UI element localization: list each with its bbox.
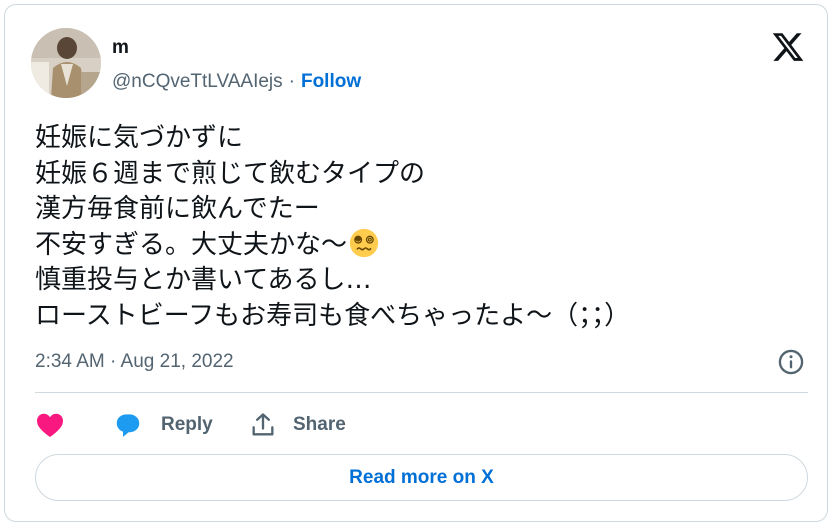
tweet-line-4: 不安すぎる。大丈夫かな～ [35,229,348,260]
read-more-button[interactable]: Read more on X [35,454,808,501]
share-label: Share [293,414,346,435]
dizzy-face-emoji-icon [349,228,379,257]
tweet-line-2: 妊娠６週まで煎じて飲むタイプの [35,158,426,189]
heart-icon [37,413,63,437]
tweet-card: m @nCQveTtLVAAIejs · Follow 妊娠に気づかずに 妊娠６週ま… [4,4,828,522]
tweet-line-6: ローストビーフもお寿司も食べちゃったよ～（；；） [35,300,631,331]
separator-dot: · [288,71,295,92]
share-icon [252,413,274,436]
tweet-line-5: 慎重投与とか書いてあるし… [35,265,372,296]
x-logo-icon[interactable] [771,30,805,64]
info-icon[interactable] [777,348,805,376]
reply-bubble-icon [116,414,140,437]
follow-link[interactable]: Follow [301,71,361,92]
tweet-line-3: 漢方毎食前に飲んでたー [35,194,320,225]
divider [35,392,808,393]
tweet-line-1: 妊娠に気づかずに [35,123,244,153]
tweet-line-4-wrap: 不安すぎる。大丈夫かな～ [35,228,805,264]
avatar[interactable] [31,28,101,98]
tweet-text: 妊娠に気づかずに 妊娠６週まで煎じて飲むタイプの 漢方毎食前に飲んでたー 不安す… [35,121,805,335]
share-button[interactable]: Share [249,407,346,443]
like-button[interactable] [35,407,65,443]
author-handle[interactable]: @nCQveTtLVAAIejs [112,71,283,92]
author-name[interactable]: m [112,37,129,59]
reply-label: Reply [161,414,213,435]
author-meta: @nCQveTtLVAAIejs · Follow [112,71,361,93]
reply-button[interactable]: Reply [113,407,213,443]
avatar-photo-icon [31,28,101,98]
tweet-timestamp[interactable]: 2:34 AM · Aug 21, 2022 [35,351,234,373]
